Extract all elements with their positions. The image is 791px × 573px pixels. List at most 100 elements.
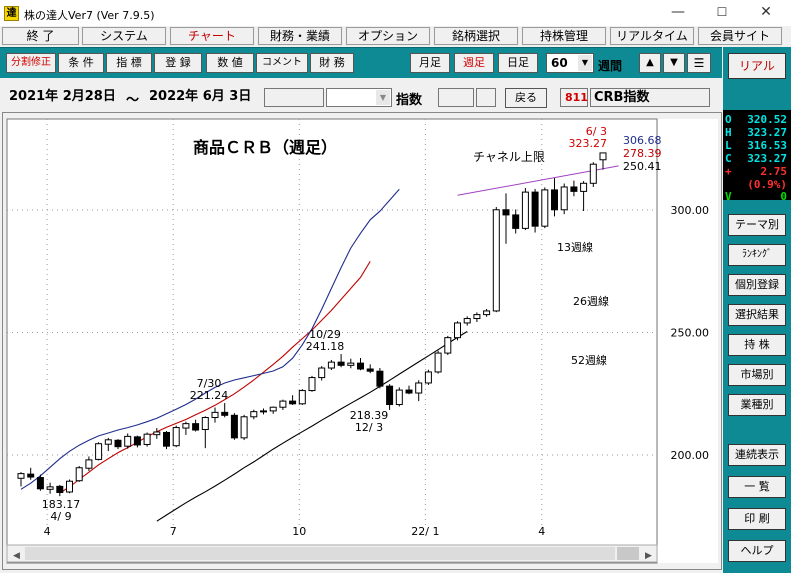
y-tick-label: 300.00 [671, 204, 710, 217]
indicator-button[interactable]: 指 標 [106, 53, 152, 73]
candle-up [240, 416, 248, 439]
candle-down [163, 431, 170, 447]
menu-bar: 終 了 システム チャート 財務・業績 オプション 銘柄選択 持株管理 リアルタ… [0, 26, 791, 46]
candle-down [386, 385, 394, 406]
start-date[interactable]: 2021年 2月28日 [6, 88, 124, 107]
candle-down [27, 473, 35, 478]
change-value: 2.75 [760, 165, 788, 178]
period-count-select[interactable]: 60 ▼ [546, 53, 594, 73]
empty-field-3[interactable] [476, 88, 496, 107]
y-tick-label: 250.00 [671, 327, 710, 340]
candle-up [599, 152, 607, 161]
candle-up [424, 371, 432, 384]
scrollbar-thumb [617, 547, 639, 560]
candle-up [521, 191, 529, 229]
menu-financials[interactable]: 財務・業績 [258, 27, 342, 45]
end-date[interactable]: 2022年 6月 3日 [146, 88, 264, 107]
individual-register-button[interactable]: 個別登録 [728, 274, 786, 296]
candle-up [308, 377, 316, 392]
close-row: C 323.27 [725, 152, 789, 166]
y-tick-label: 200.00 [671, 449, 710, 462]
split-adjust-button[interactable]: 分割修正 [6, 53, 56, 73]
period-count-value: 60 [551, 56, 568, 70]
ma-price-label: 278.39 [623, 147, 662, 160]
channel-upper-label: チャネル上限 [473, 150, 545, 164]
index-select[interactable]: ▼ [326, 88, 392, 107]
finance-button[interactable]: 財 務 [310, 53, 354, 73]
value-button[interactable]: 数 値 [206, 53, 254, 73]
menu-realtime[interactable]: リアルタイム [610, 27, 694, 45]
axis-background [658, 119, 718, 563]
ranking-button[interactable]: ﾗﾝｷﾝｸﾞ [728, 244, 786, 266]
realtime-button[interactable]: リアル [728, 53, 786, 79]
candle-up [95, 443, 103, 460]
print-button[interactable]: 印 刷 [728, 508, 786, 530]
symbol-code: 811 [560, 88, 588, 107]
candle-up [454, 322, 461, 339]
theme-button[interactable]: テーマ別 [728, 214, 786, 236]
candlestick-chart[interactable]: 300.00250.00200.004 7 10 22/ 1 4商品ＣＲＢ（週足）183… [3, 113, 721, 569]
candle-down [531, 191, 539, 227]
index-label: 指数 [396, 93, 423, 108]
window-title: 株の達人Ver7 (Ver 7.9.5) [24, 9, 155, 22]
low-value: 316.53 [747, 139, 787, 152]
candle-down [405, 389, 413, 394]
maximize-icon[interactable]: ☐ [700, 2, 744, 24]
back-button[interactable]: 戻る [505, 88, 547, 108]
register-button[interactable]: 登 録 [154, 53, 202, 73]
menu-stock-select[interactable]: 銘柄選択 [434, 27, 518, 45]
candle-up [124, 435, 132, 447]
daily-button[interactable]: 日足 [498, 53, 538, 73]
candle-up [153, 431, 161, 436]
help-button[interactable]: ヘルプ [728, 540, 786, 562]
scroll-down-icon[interactable]: ▼ [663, 53, 685, 73]
empty-field-2[interactable] [438, 88, 474, 107]
by-industry-button[interactable]: 業種別 [728, 394, 786, 416]
menu-member-site[interactable]: 会員サイト [698, 27, 782, 45]
monthly-button[interactable]: 月足 [410, 53, 450, 73]
candle-up [580, 182, 588, 192]
high-key: H [725, 126, 732, 139]
close-value: 323.27 [747, 152, 787, 165]
menu-options[interactable]: オプション [346, 27, 430, 45]
candle-up [66, 480, 73, 493]
candle-up [560, 186, 568, 211]
continuous-display-button[interactable]: 連続表示 [728, 444, 786, 466]
selection-result-button[interactable]: 選択結果 [728, 304, 786, 326]
empty-field-1[interactable] [264, 88, 324, 107]
scroll-right-icon: ▶ [645, 551, 652, 561]
candle-up [483, 310, 491, 316]
menu-exit[interactable]: 終 了 [2, 27, 79, 45]
menu-chart[interactable]: チャート [170, 27, 254, 45]
x-tick-label: 10 [292, 525, 306, 538]
close-key: C [725, 152, 732, 165]
by-market-button[interactable]: 市場別 [728, 364, 786, 386]
open-value: 320.52 [747, 113, 787, 126]
minimize-icon[interactable]: — [656, 2, 700, 24]
chart-title: 商品ＣＲＢ（週足） [193, 138, 337, 157]
list-button[interactable]: 一 覧 [728, 476, 786, 498]
comment-button[interactable]: コメント [256, 53, 308, 73]
candle-up [17, 473, 25, 479]
candle-up [172, 427, 180, 447]
x-tick-label: 7 [170, 525, 177, 538]
candle-up [298, 390, 306, 405]
candle-down [357, 362, 364, 370]
menu-list-icon[interactable]: ☰ [687, 53, 711, 73]
holdings-button[interactable]: 持 株 [728, 334, 786, 356]
menu-holdings[interactable]: 持株管理 [522, 27, 606, 45]
chart-area[interactable]: 300.00 250.00 200.00 4 7 10 22/ 1 4 商品ＣＲＢ（週足） 183… [2, 112, 722, 570]
low-key: L [725, 139, 732, 152]
ma-price-label: 250.41 [623, 160, 662, 173]
condition-button[interactable]: 条 件 [58, 53, 104, 73]
candle-down [221, 411, 229, 416]
menu-system[interactable]: システム [82, 27, 166, 45]
symbol-name: CRB指数 [590, 88, 710, 107]
last-price-label: 323.27 [569, 137, 608, 150]
candle-up [395, 389, 403, 406]
close-icon[interactable]: ✕ [744, 2, 788, 24]
weekly-button[interactable]: 週足 [454, 53, 494, 73]
low-annotation-date: 12/ 3 [355, 421, 383, 434]
scroll-up-icon[interactable]: ▲ [639, 53, 661, 73]
candle-down [337, 361, 345, 366]
